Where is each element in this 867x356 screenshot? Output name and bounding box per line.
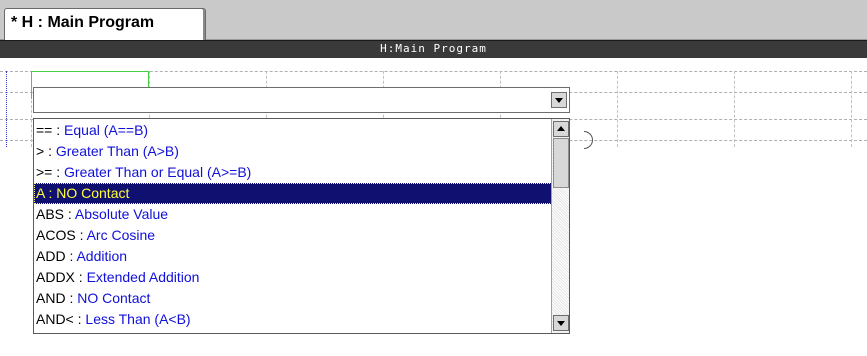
- left-power-rail: [6, 71, 7, 147]
- list-item[interactable]: A : NO Contact: [34, 183, 552, 204]
- instruction-description: Greater Than (A>B): [55, 143, 179, 159]
- instruction-combo[interactable]: [33, 87, 570, 113]
- instruction-description: Equal (A==B): [64, 122, 149, 138]
- instruction-description: Extended Addition: [86, 269, 200, 285]
- program-title: H:Main Program: [380, 42, 487, 55]
- list-item[interactable]: > : Greater Than (A>B): [34, 141, 552, 162]
- instruction-code: ADDX :: [36, 269, 87, 285]
- list-item[interactable]: ABS : Absolute Value: [34, 204, 552, 225]
- scroll-thumb[interactable]: [553, 138, 569, 188]
- instruction-description: Greater Than or Equal (A>=B): [64, 164, 252, 180]
- program-title-bar: H:Main Program: [0, 40, 867, 58]
- list-item[interactable]: ACOS : Arc Cosine: [34, 225, 552, 246]
- instruction-code: ADD :: [36, 248, 77, 264]
- chevron-down-icon[interactable]: [551, 92, 567, 108]
- list-item[interactable]: AND< : Less Than (A<B): [34, 309, 552, 330]
- instruction-code: AND :: [36, 290, 78, 306]
- list-item[interactable]: ADD : Addition: [34, 246, 552, 267]
- instruction-code: == :: [36, 122, 65, 138]
- tab-main-program[interactable]: * H : Main Program: [4, 8, 206, 40]
- list-item[interactable]: == : Equal (A==B): [34, 120, 552, 141]
- list-item[interactable]: ADDX : Extended Addition: [34, 267, 552, 288]
- instruction-items: == : Equal (A==B) > : Greater Than (A>B) >…: [34, 120, 552, 330]
- instruction-code: ABS :: [36, 206, 75, 222]
- instruction-description: Addition: [76, 248, 128, 264]
- instruction-description: Less Than (A<B): [85, 311, 191, 327]
- tab-strip: * H : Main Program: [0, 0, 867, 40]
- instruction-code: >= :: [36, 164, 65, 180]
- instruction-description: NO Contact: [56, 185, 130, 201]
- instruction-list[interactable]: == : Equal (A==B) > : Greater Than (A>B) >…: [33, 118, 570, 334]
- list-scrollbar[interactable]: [551, 119, 569, 333]
- instruction-description: Absolute Value: [74, 206, 169, 222]
- instruction-code: A :: [36, 185, 57, 201]
- arrow-up-icon[interactable]: [553, 121, 569, 137]
- grid-column-line: [734, 71, 735, 147]
- grid-column-line: [851, 71, 852, 147]
- instruction-description: Arc Cosine: [86, 227, 156, 243]
- instruction-code: AND< :: [36, 311, 86, 327]
- grid-column-line: [617, 71, 618, 147]
- arrow-down-icon[interactable]: [553, 315, 569, 331]
- instruction-description: NO Contact: [77, 290, 151, 306]
- instruction-code: > :: [36, 143, 56, 159]
- tab-label: * H : Main Program: [11, 14, 155, 31]
- list-item[interactable]: AND : NO Contact: [34, 288, 552, 309]
- instruction-code: ACOS :: [36, 227, 87, 243]
- list-item[interactable]: >= : Greater Than or Equal (A>=B): [34, 162, 552, 183]
